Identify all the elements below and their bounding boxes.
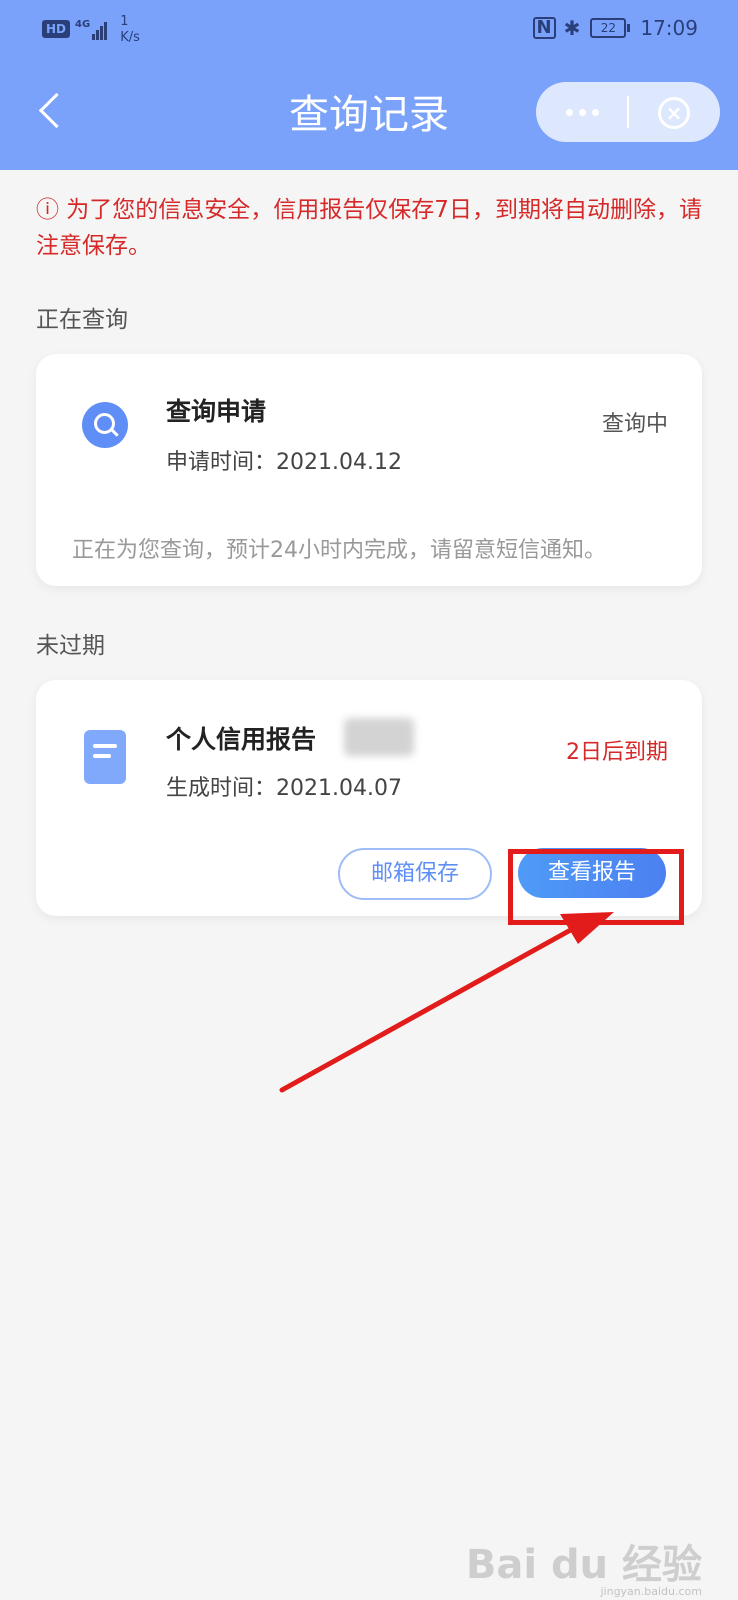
annotation-arrow [279, 912, 614, 1093]
watermark-url: jingyan.baidu.com [600, 1585, 702, 1598]
watermark-logo: Bai du 经验 [465, 1542, 702, 1588]
